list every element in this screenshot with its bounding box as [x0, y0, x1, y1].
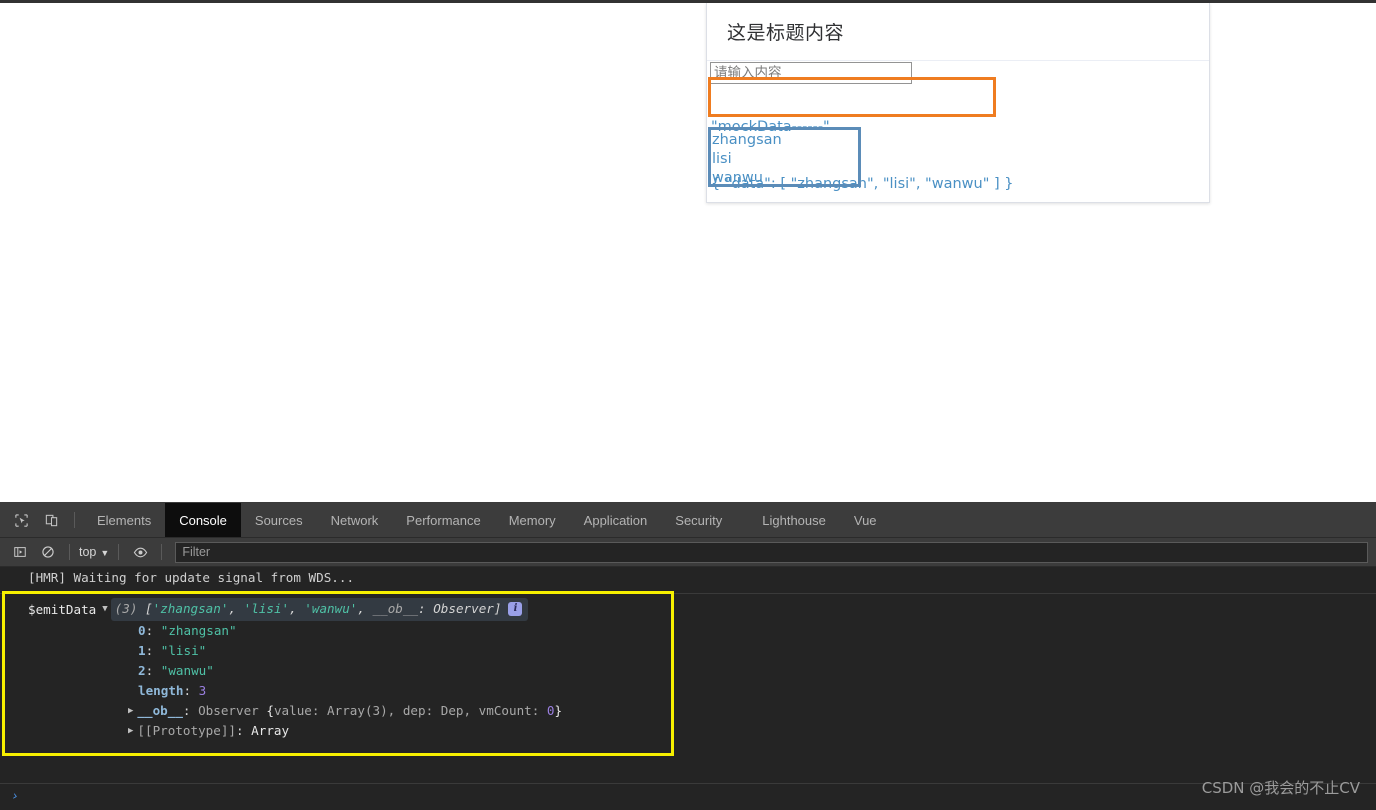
preview-sep: , [228, 601, 244, 616]
object-entry-row: length: 3 [0, 681, 1376, 701]
page-title: 这是标题内容 [727, 22, 845, 44]
live-expression-eye-icon[interactable] [126, 538, 154, 567]
object-entry-row: 1: "lisi" [0, 641, 1376, 661]
console-sidebar-icon[interactable] [6, 538, 34, 567]
preview-sep: , [289, 601, 305, 616]
tab-lighthouse[interactable]: Lighthouse [748, 503, 840, 537]
content-card: 这是标题内容 "mockData------" { "data": [ "zha… [706, 3, 1210, 203]
browser-viewport: 这是标题内容 "mockData------" { "data": [ "zha… [0, 0, 1376, 502]
observer-key: __ob__ [137, 703, 183, 718]
array-count: (3) [114, 601, 138, 616]
preview-observer-key: __ob__ [372, 601, 419, 616]
object-entry-row: 0: "zhangsan" [0, 621, 1376, 641]
tab-security[interactable]: Security [661, 503, 736, 537]
info-icon[interactable]: i [508, 602, 523, 616]
console-toolbar: top ▼ [0, 538, 1376, 567]
observer-detail-number: 0 [546, 703, 555, 718]
chevron-down-icon: ▼ [100, 548, 110, 558]
entry-value: "lisi" [160, 643, 207, 658]
console-message-hmr: [HMR] Waiting for update signal from WDS… [28, 570, 355, 585]
tab-sources[interactable]: Sources [241, 503, 317, 537]
bracket-close: ] [493, 601, 502, 616]
tab-performance[interactable]: Performance [392, 503, 494, 537]
device-toggle-icon[interactable] [36, 503, 66, 537]
preview-observer-value: Observer [433, 601, 494, 616]
toolbar-divider [118, 544, 120, 560]
tab-network[interactable]: Network [317, 503, 393, 537]
console-message-group: $emitData ▼ (3) ['zhangsan', 'lisi', 'wa… [0, 593, 1376, 741]
watermark: CSDN @我会的不止CV [1201, 779, 1360, 797]
group-label: $emitData [28, 601, 97, 617]
observer-type: Observer [198, 703, 259, 718]
filter-input[interactable] [175, 541, 1368, 563]
entry-value: "zhangsan" [160, 623, 237, 638]
entry-key: 2 [138, 663, 146, 678]
blue-highlight-box [708, 127, 861, 187]
chevron-right-icon[interactable]: ▶ [128, 721, 133, 741]
preview-item-2: 'wanwu' [304, 601, 358, 616]
toolbar-divider [69, 544, 70, 560]
card-header: 这是标题内容 [707, 3, 1209, 61]
array-preview-pill[interactable]: (3) ['zhangsan', 'lisi', 'wanwu', __ob__… [110, 598, 529, 621]
entry-key: 0 [138, 623, 146, 638]
observer-entry-row[interactable]: ▶ __ob__: Observer {value: Array(3), dep:… [0, 701, 1376, 721]
prototype-value: Array [251, 723, 290, 738]
chevron-down-icon[interactable]: ▼ [102, 599, 107, 619]
entry-key: 1 [138, 643, 146, 658]
orange-highlight-box [708, 77, 996, 117]
devtools-tabbar: Elements Console Sources Network Perform… [0, 503, 1376, 538]
tab-elements[interactable]: Elements [83, 503, 165, 537]
execution-context-selector[interactable]: top ▼ [77, 545, 111, 559]
clear-console-icon[interactable] [34, 538, 62, 567]
group-summary-row[interactable]: $emitData ▼ (3) ['zhangsan', 'lisi', 'wa… [0, 598, 1376, 621]
chevron-right-icon[interactable]: ▶ [128, 701, 133, 721]
tab-vue[interactable]: Vue [840, 503, 891, 537]
prototype-key: [[Prototype]] [137, 723, 236, 738]
toolbar-divider [161, 544, 163, 560]
prototype-entry-row[interactable]: ▶ [[Prototype]]: Array [0, 721, 1376, 741]
tab-memory[interactable]: Memory [495, 503, 570, 537]
preview-item-1: 'lisi' [243, 601, 290, 616]
toolbar-divider [74, 512, 75, 528]
tab-application[interactable]: Application [570, 503, 662, 537]
observer-detail: value: Array(3), dep: Dep, vmCount: [273, 703, 547, 718]
entry-value: "wanwu" [160, 663, 214, 678]
inspect-cursor-icon[interactable] [6, 503, 36, 537]
preview-item-0: 'zhangsan' [152, 601, 229, 616]
prompt-caret-icon: › [9, 788, 21, 805]
console-prompt-row[interactable]: › [0, 783, 1376, 809]
devtools-panel: Elements Console Sources Network Perform… [0, 502, 1376, 810]
card-body: "mockData------" { "data": [ "zhangsan",… [707, 61, 1209, 192]
observer-brace-open: { [266, 703, 274, 718]
tab-console[interactable]: Console [165, 503, 241, 537]
bracket-open: [ [145, 601, 153, 616]
entry-value: 3 [198, 683, 207, 698]
screenshot-root: 这是标题内容 "mockData------" { "data": [ "zha… [0, 0, 1376, 810]
preview-sep: , [357, 601, 373, 616]
execution-context-label: top [79, 545, 97, 559]
object-entry-row: 2: "wanwu" [0, 661, 1376, 681]
console-output[interactable]: [HMR] Waiting for update signal from WDS… [0, 567, 1376, 810]
entry-key: length [138, 683, 184, 698]
observer-brace-close: } [554, 703, 563, 718]
